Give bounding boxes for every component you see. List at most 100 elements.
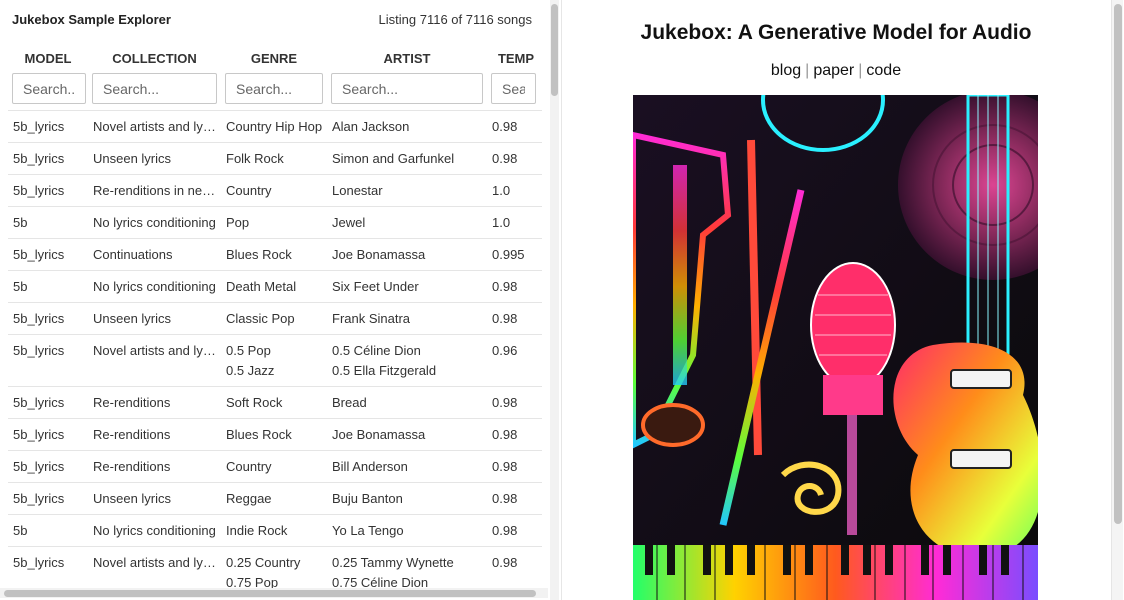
table-row[interactable]: 5b_lyrics Unseen lyrics Reggae Buju Bant… bbox=[8, 482, 542, 514]
cell-collection: Novel artists and lyrics bbox=[93, 555, 219, 570]
cell-genre: Country bbox=[226, 459, 272, 474]
cell-model: 5b bbox=[13, 279, 28, 294]
cell-collection: Re-renditions bbox=[93, 459, 171, 474]
link-separator: | bbox=[858, 62, 863, 79]
cell-temp: 0.98 bbox=[492, 279, 518, 294]
cell-temp: 0.98 bbox=[492, 395, 518, 410]
table-row[interactable]: 5b No lyrics conditioning Pop Jewel 1.0 bbox=[8, 206, 542, 238]
table-row[interactable]: 5b_lyrics Re-renditions in new styles Co… bbox=[8, 174, 542, 206]
column-header-temp[interactable]: TEMP bbox=[492, 51, 540, 66]
cell-collection: No lyrics conditioning bbox=[93, 215, 216, 230]
table-row[interactable]: 5b_lyrics Novel artists and lyrics Count… bbox=[8, 110, 542, 142]
cell-collection: Novel artists and lyrics bbox=[93, 343, 219, 358]
cell-artist: Buju Banton bbox=[332, 491, 403, 506]
cell-genre: Death Metal bbox=[226, 279, 297, 294]
app-title: Jukebox Sample Explorer bbox=[12, 12, 171, 27]
cell-model: 5b_lyrics bbox=[13, 491, 65, 506]
cell-collection: Novel artists and lyrics bbox=[93, 119, 219, 134]
cell-model: 5b_lyrics bbox=[13, 183, 65, 198]
column-header-model[interactable]: MODEL bbox=[13, 51, 83, 66]
table-vertical-scroll-thumb[interactable] bbox=[551, 4, 558, 96]
cell-temp: 0.98 bbox=[492, 555, 518, 570]
cell-temp: 0.96 bbox=[492, 343, 518, 358]
cell-artist: Bill Anderson bbox=[332, 459, 408, 474]
cell-model: 5b bbox=[13, 523, 28, 538]
table-body: 5b_lyrics Novel artists and lyrics Count… bbox=[8, 110, 542, 588]
table-row[interactable]: 5b_lyrics Novel artists and lyrics 0.5 P… bbox=[8, 334, 542, 386]
temp-filter-input[interactable] bbox=[491, 73, 536, 104]
cell-genre: Country bbox=[226, 183, 272, 198]
collection-filter-input[interactable] bbox=[92, 73, 217, 104]
cell-temp: 0.995 bbox=[492, 247, 525, 262]
page-vertical-scroll-thumb[interactable] bbox=[1114, 4, 1122, 524]
cell-artist: Simon and Garfunkel bbox=[332, 151, 455, 166]
musical-instruments-collage-image bbox=[633, 95, 1038, 600]
table-row[interactable]: 5b No lyrics conditioning Indie Rock Yo … bbox=[8, 514, 542, 546]
cell-model: 5b_lyrics bbox=[13, 555, 65, 570]
song-count: Listing 7116 of 7116 songs bbox=[378, 12, 532, 27]
cell-model: 5b_lyrics bbox=[13, 459, 65, 474]
table-row[interactable]: 5b_lyrics Re-renditions Country Bill And… bbox=[8, 450, 542, 482]
table-row[interactable]: 5b_lyrics Re-renditions Blues Rock Joe B… bbox=[8, 418, 542, 450]
cell-genre: Pop bbox=[226, 215, 250, 230]
cell-model: 5b_lyrics bbox=[13, 343, 65, 358]
column-header-collection[interactable]: COLLECTION bbox=[92, 51, 217, 66]
cell-genre: Classic Pop bbox=[226, 311, 295, 326]
artist-line-2: 0.5 Ella Fitzgerald bbox=[332, 363, 437, 378]
explorer-header: Jukebox Sample Explorer Listing 7116 of … bbox=[12, 12, 532, 32]
cell-genre: Country Hip Hop bbox=[226, 119, 323, 134]
table-row[interactable]: 5b No lyrics conditioning Death Metal Si… bbox=[8, 270, 542, 302]
artist-line-1: 0.25 Tammy Wynette bbox=[332, 555, 454, 570]
table-row[interactable]: 5b_lyrics Unseen lyrics Folk Rock Simon … bbox=[8, 142, 542, 174]
table-row[interactable]: 5b_lyrics Novel artists and lyrics 0.25 … bbox=[8, 546, 542, 588]
cell-artist: Joe Bonamassa bbox=[332, 247, 426, 262]
cell-genre: Folk Rock bbox=[226, 151, 284, 166]
songs-table: MODEL COLLECTION GENRE ARTIST TEMP 5b_ly… bbox=[8, 44, 542, 588]
link-separator: | bbox=[805, 62, 810, 79]
cell-genre: Reggae bbox=[226, 491, 272, 506]
cell-temp: 0.98 bbox=[492, 151, 518, 166]
model-filter-input[interactable] bbox=[12, 73, 86, 104]
cell-artist: Frank Sinatra bbox=[332, 311, 411, 326]
table-vertical-scrollbar[interactable] bbox=[550, 0, 559, 600]
table-row[interactable]: 5b_lyrics Continuations Blues Rock Joe B… bbox=[8, 238, 542, 270]
genre-filter-input[interactable] bbox=[225, 73, 323, 104]
blog-link[interactable]: blog bbox=[771, 62, 801, 79]
cell-temp: 0.98 bbox=[492, 523, 518, 538]
genre-line-1: 0.5 Pop bbox=[226, 343, 271, 358]
cell-collection: Re-renditions bbox=[93, 395, 171, 410]
column-header-genre[interactable]: GENRE bbox=[225, 51, 323, 66]
table-row[interactable]: 5b_lyrics Unseen lyrics Classic Pop Fran… bbox=[8, 302, 542, 334]
cell-model: 5b_lyrics bbox=[13, 311, 65, 326]
page-vertical-scrollbar[interactable] bbox=[1111, 0, 1123, 600]
table-header: MODEL COLLECTION GENRE ARTIST TEMP bbox=[8, 44, 542, 104]
cell-artist: Joe Bonamassa bbox=[332, 427, 426, 442]
cell-collection: No lyrics conditioning bbox=[93, 523, 216, 538]
cell-model: 5b_lyrics bbox=[13, 395, 65, 410]
cell-temp: 0.98 bbox=[492, 427, 518, 442]
cell-collection: Unseen lyrics bbox=[93, 311, 172, 326]
cell-temp: 1.0 bbox=[492, 183, 511, 198]
code-link[interactable]: code bbox=[866, 62, 901, 79]
cell-temp: 0.98 bbox=[492, 459, 518, 474]
cell-model: 5b_lyrics bbox=[13, 119, 65, 134]
cell-artist: Bread bbox=[332, 395, 367, 410]
cell-temp: 0.98 bbox=[492, 491, 518, 506]
sample-explorer-pane: Jukebox Sample Explorer Listing 7116 of … bbox=[0, 0, 562, 600]
table-horizontal-scroll-thumb[interactable] bbox=[4, 590, 536, 597]
cell-model: 5b bbox=[13, 215, 28, 230]
column-header-artist[interactable]: ARTIST bbox=[331, 51, 483, 66]
cell-model: 5b_lyrics bbox=[13, 247, 65, 262]
table-row[interactable]: 5b_lyrics Re-renditions Soft Rock Bread … bbox=[8, 386, 542, 418]
paper-link[interactable]: paper bbox=[813, 62, 854, 79]
artist-line-2: 0.75 Céline Dion bbox=[332, 575, 429, 588]
page-title: Jukebox: A Generative Model for Audio bbox=[640, 21, 1032, 44]
article-pane: Jukebox: A Generative Model for Audio bl… bbox=[562, 0, 1124, 600]
artist-filter-input[interactable] bbox=[331, 73, 483, 104]
cell-collection: Unseen lyrics bbox=[93, 491, 172, 506]
cell-collection: Continuations bbox=[93, 247, 173, 262]
cell-artist: Alan Jackson bbox=[332, 119, 410, 134]
table-horizontal-scrollbar[interactable] bbox=[0, 588, 548, 598]
cell-collection: Re-renditions bbox=[93, 427, 171, 442]
article-links: blog | paper | code bbox=[562, 62, 1110, 80]
